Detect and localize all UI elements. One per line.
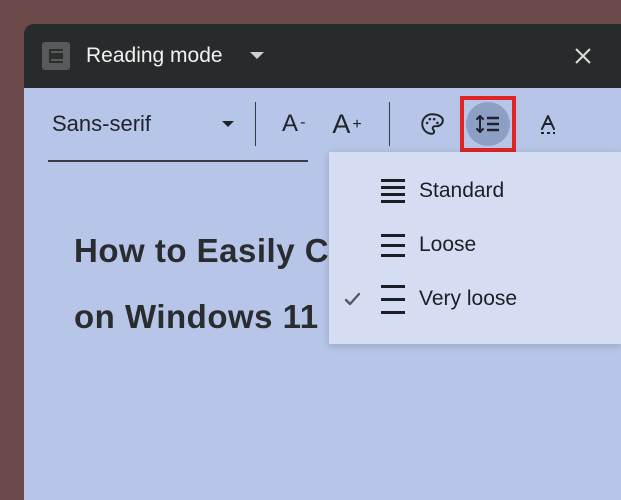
line-spacing-option-standard[interactable]: Standard: [329, 164, 621, 218]
font-style-button[interactable]: [526, 102, 570, 146]
highlight-box: [464, 100, 512, 148]
menu-item-label: Loose: [419, 233, 476, 257]
line-spacing-menu: Standard Loose Very loose: [329, 152, 621, 344]
mode-label: Reading mode: [86, 44, 223, 68]
decrease-font-button[interactable]: A-: [276, 102, 312, 146]
reading-mode-icon: [42, 42, 70, 70]
line-spacing-button[interactable]: [466, 102, 510, 146]
spacing-very-loose-icon: [381, 280, 405, 319]
titlebar: Reading mode: [24, 24, 621, 88]
content-area: Sans-serif A- A+: [24, 88, 621, 500]
line-spacing-icon: [475, 113, 501, 135]
chevron-down-icon: [221, 120, 235, 129]
line-spacing-option-loose[interactable]: Loose: [329, 218, 621, 272]
toolbar: Sans-serif A- A+: [24, 88, 621, 160]
menu-item-label: Standard: [419, 179, 504, 203]
theme-color-button[interactable]: [410, 102, 454, 146]
palette-icon: [419, 111, 445, 137]
divider: [255, 102, 256, 146]
checkmark-icon: [337, 289, 367, 309]
mode-dropdown-caret[interactable]: [249, 51, 265, 61]
spacing-loose-icon: [381, 230, 405, 260]
close-button[interactable]: [563, 36, 603, 76]
toolbar-underline: [48, 160, 308, 162]
menu-item-label: Very loose: [419, 287, 517, 311]
line-spacing-option-very-loose[interactable]: Very loose: [329, 272, 621, 326]
text-underline-icon: [536, 112, 560, 136]
reading-mode-window: Reading mode Sans-serif A- A+: [24, 24, 621, 500]
font-family-select[interactable]: Sans-serif: [52, 111, 235, 137]
increase-font-button[interactable]: A+: [326, 102, 368, 146]
divider: [389, 102, 390, 146]
spacing-standard-icon: [381, 177, 405, 205]
font-family-value: Sans-serif: [52, 111, 151, 137]
